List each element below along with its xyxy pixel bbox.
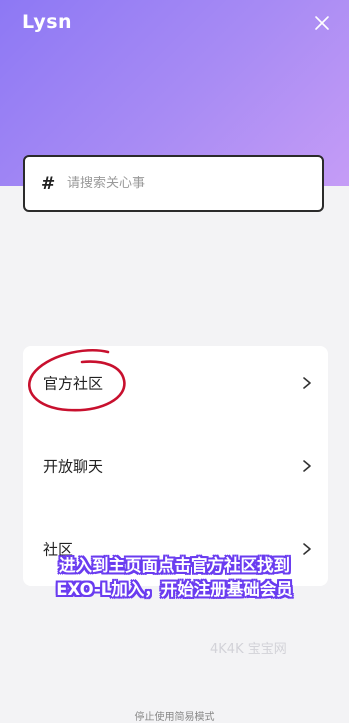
menu-item-official-community[interactable]: 官方社区 <box>23 346 328 420</box>
chevron-right-icon <box>302 459 312 473</box>
menu-item-open-chat[interactable]: 开放聊天 <box>23 429 328 503</box>
search-input[interactable] <box>67 176 297 191</box>
menu-item-label: 开放聊天 <box>43 457 104 476</box>
app-logo: Lysn <box>22 11 73 33</box>
subtitle-line-2: EXO-L加入，开始注册基础会员 <box>56 580 293 599</box>
video-subtitle: 进入到主页面点击官方社区找到 EXO-L加入，开始注册基础会员 <box>0 554 349 602</box>
chevron-right-icon <box>302 376 312 390</box>
watermark: 4K4K 宝宝网 <box>210 642 287 657</box>
menu-item-label: 官方社区 <box>43 374 104 393</box>
hashtag-icon: # <box>41 173 56 194</box>
search-bar[interactable]: # <box>23 155 324 212</box>
subtitle-line-1: 进入到主页面点击官方社区找到 <box>59 556 290 575</box>
exit-simple-mode-link[interactable]: 停止使用简易模式 <box>0 708 349 723</box>
close-icon[interactable] <box>313 14 331 32</box>
community-menu: 官方社区 开放聊天 社区 <box>23 346 328 586</box>
